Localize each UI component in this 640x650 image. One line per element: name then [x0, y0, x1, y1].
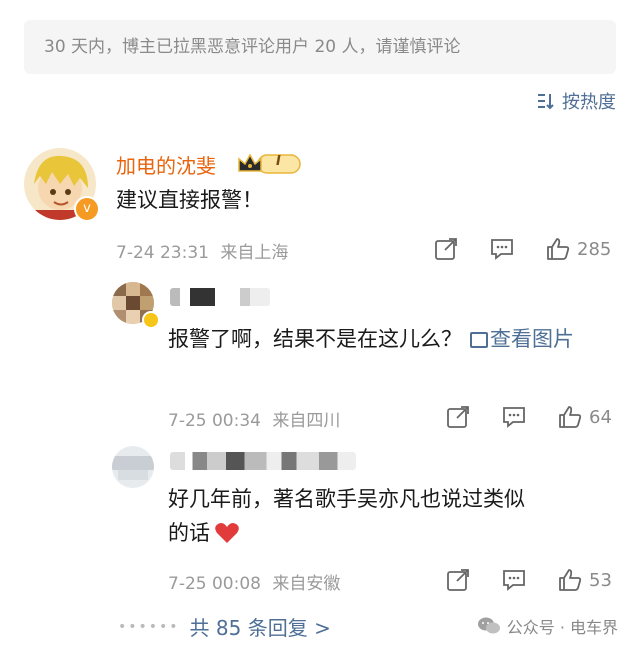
reply-button[interactable]	[501, 567, 527, 593]
share-button[interactable]	[445, 567, 471, 593]
location: 来自安徽	[272, 574, 341, 594]
like-count: 64	[589, 406, 612, 428]
wechat-icon	[477, 617, 500, 634]
sort-icon	[538, 94, 554, 110]
thumbs-up-icon	[559, 569, 582, 591]
like-button[interactable]: 64	[557, 404, 612, 430]
thumbs-up-icon	[559, 406, 582, 428]
timestamp: 7-25 00:08	[168, 574, 261, 594]
view-image-link[interactable]: 查看图片	[470, 327, 574, 351]
comment-icon	[503, 570, 525, 591]
comment-meta: 7-24 23:31 来自上海	[116, 238, 288, 263]
avatar[interactable]	[112, 446, 154, 488]
timestamp: 7-24 23:31	[116, 243, 209, 263]
thumbs-up-icon	[547, 238, 570, 260]
comment-text: 建议直接报警！	[116, 188, 263, 212]
reply-text: 报警了啊，结果不是在这儿么？ 查看图片	[168, 322, 608, 356]
username-blurred[interactable]	[170, 288, 270, 306]
sort-label: 按热度	[562, 92, 616, 113]
timestamp: 7-25 00:34	[168, 411, 261, 431]
reply-text: 好几年前，著名歌手吴亦凡也说过类似 的话	[168, 482, 525, 550]
heart-emoji-icon	[215, 523, 239, 543]
like-button[interactable]: 53	[557, 567, 612, 593]
member-badge-icon: I	[236, 152, 302, 180]
reply-meta: 7-25 00:34 来自四川	[168, 406, 340, 431]
image-icon	[470, 332, 488, 348]
like-button[interactable]: 285	[545, 236, 611, 262]
reply-body-line2: 的话	[168, 516, 525, 550]
reply-body-line1: 好几年前，著名歌手吴亦凡也说过类似	[168, 487, 525, 511]
notice-banner: 30 天内，博主已拉黑恶意评论用户 20 人，请谨慎评论	[24, 20, 616, 74]
view-image-label: 查看图片	[490, 327, 574, 351]
verified-badge-icon	[142, 311, 160, 329]
reply-button[interactable]	[489, 236, 515, 262]
like-count: 53	[589, 569, 612, 591]
location: 来自上海	[220, 243, 289, 263]
username-blurred[interactable]	[170, 452, 356, 470]
share-icon	[447, 569, 469, 591]
divider-dots: ••••••	[118, 618, 180, 635]
share-button[interactable]	[433, 236, 459, 262]
reply-body-line2-text: 的话	[168, 521, 210, 545]
location: 来自四川	[272, 411, 341, 431]
like-count: 285	[577, 238, 612, 260]
sort-by-popularity-button[interactable]: 按热度	[536, 88, 616, 114]
reply-meta: 7-25 00:08 来自安徽	[168, 569, 340, 594]
watermark-text: 公众号 · 电车界	[506, 618, 618, 637]
comment-icon	[503, 407, 525, 428]
comment-icon	[491, 239, 513, 260]
reply-body: 报警了啊，结果不是在这儿么？	[168, 327, 462, 351]
more-replies-link[interactable]: •••••• 共 85 条回复 >	[118, 612, 331, 641]
reply-button[interactable]	[501, 404, 527, 430]
share-icon	[435, 238, 457, 260]
verified-badge-icon: v	[74, 196, 100, 222]
more-replies-label: 共 85 条回复 >	[189, 616, 331, 640]
badge-level: I	[276, 154, 281, 169]
username[interactable]: 加电的沈斐	[116, 150, 216, 179]
watermark: 公众号 · 电车界	[477, 614, 618, 638]
share-button[interactable]	[445, 404, 471, 430]
share-icon	[447, 406, 469, 428]
